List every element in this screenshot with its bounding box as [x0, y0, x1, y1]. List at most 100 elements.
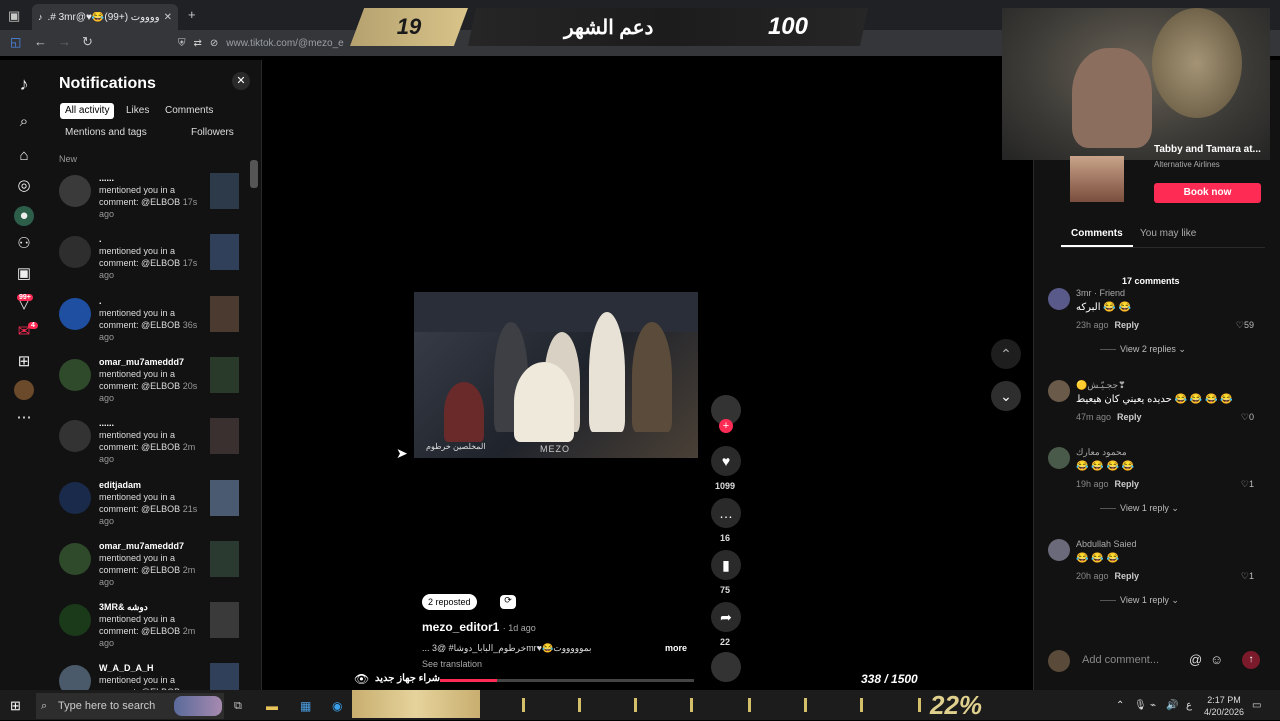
comment-avatar[interactable] — [1048, 380, 1070, 402]
emoji-icon[interactable]: ☺ — [1210, 652, 1223, 667]
notification-avatar[interactable] — [59, 665, 91, 690]
notification-thumbnail[interactable] — [210, 295, 239, 332]
filter-all-activity[interactable]: All activity — [60, 103, 115, 119]
live-icon[interactable]: ● — [14, 206, 34, 226]
comment-avatar[interactable] — [1048, 288, 1070, 310]
see-translation-link[interactable]: See translation — [422, 659, 482, 669]
notification-user[interactable]: . — [99, 296, 102, 306]
notification-thumbnail[interactable] — [210, 418, 239, 455]
reposted-chip[interactable]: 2 reposted — [422, 594, 477, 610]
notification-user[interactable]: ...... — [99, 418, 114, 428]
more-icon[interactable]: ⋯ — [14, 408, 34, 428]
site-info-icon[interactable]: ⛨ — [178, 38, 186, 49]
notification-thumbnail[interactable] — [210, 479, 239, 516]
notification-avatar[interactable] — [59, 542, 91, 575]
notification-user[interactable]: omar_mu7ameddd7 — [99, 541, 184, 551]
permissions-icon[interactable]: ⊘ — [210, 38, 218, 49]
video-player[interactable]: المخلصين خرطوم MEZO — [414, 292, 698, 458]
microphone-icon[interactable]: 🎙 — [1134, 700, 1147, 711]
volume-icon[interactable]: 🔊 — [1166, 700, 1178, 711]
notification-user[interactable]: ...... — [99, 173, 114, 183]
notification-item[interactable]: . mentioned you in a comment: @ELBOB 36s … — [59, 295, 239, 356]
follow-plus-icon[interactable]: + — [719, 419, 733, 433]
notification-thumbnail[interactable] — [210, 356, 239, 393]
reload-icon[interactable]: ↻ — [82, 34, 93, 50]
notification-user[interactable]: W_A_D_A_H — [99, 663, 154, 673]
taskbar-clock[interactable]: 2:17 PM 4/20/2026 — [1202, 694, 1246, 718]
comment-author[interactable]: 🟡ججـيّـش❣ — [1076, 380, 1126, 391]
comment-like-count[interactable]: ♡1 — [1241, 479, 1254, 490]
file-explorer-icon[interactable]: ▬ — [266, 699, 278, 713]
more-link[interactable]: more — [665, 643, 687, 653]
tv-icon[interactable]: ▣ — [14, 264, 34, 284]
notification-thumbnail[interactable] — [210, 173, 239, 209]
bookmark-icon[interactable]: ▮ — [711, 550, 741, 580]
profile-icon[interactable] — [14, 380, 34, 400]
music-disc-icon[interactable] — [711, 652, 741, 682]
comment-like-count[interactable]: ♡59 — [1236, 320, 1254, 331]
repost-icon[interactable]: ⟳ — [500, 595, 516, 609]
reply-button[interactable]: Reply — [1115, 571, 1140, 581]
notification-avatar[interactable] — [59, 358, 91, 391]
new-tab-icon[interactable]: + — [188, 7, 196, 22]
notification-thumbnail[interactable] — [210, 540, 239, 577]
windows-start-icon[interactable]: ⊞ — [10, 698, 21, 714]
notification-thumbnail[interactable] — [210, 663, 239, 690]
post-comment-icon[interactable]: ↑ — [1242, 651, 1260, 669]
notification-user[interactable]: 3MR& دوشه — [99, 602, 148, 613]
book-now-button[interactable]: Book now — [1154, 183, 1261, 203]
notification-user[interactable]: . — [99, 234, 102, 244]
browser-tab[interactable]: ♪ .# 3mr@♥😂بموووووت (+99) ✕ — [32, 4, 178, 30]
notification-avatar[interactable] — [59, 236, 91, 269]
comment-icon[interactable]: … — [711, 498, 741, 528]
view-replies-button[interactable]: View 2 replies ⌄ — [1100, 344, 1186, 355]
back-icon[interactable]: ← — [34, 34, 47, 49]
filter-mentions[interactable]: Mentions and tags — [60, 125, 152, 141]
reply-button[interactable]: Reply — [1115, 320, 1140, 330]
notification-item[interactable]: omar_mu7ameddd7 mentioned you in a commen… — [59, 540, 239, 601]
tray-chevron-icon[interactable]: ⌃ — [1116, 700, 1124, 711]
search-icon[interactable]: ⌕ — [14, 112, 34, 132]
filter-followers[interactable]: Followers — [186, 125, 239, 141]
notification-item[interactable]: ...... mentioned you in a comment: @ELBOB… — [59, 418, 239, 478]
close-icon[interactable]: ✕ — [232, 72, 250, 90]
notification-item[interactable]: editjadam mentioned you in a comment: @EL… — [59, 479, 239, 540]
keyboard-language[interactable]: ع — [1186, 700, 1192, 711]
comment-avatar[interactable] — [1048, 539, 1070, 561]
notification-user[interactable]: editjadam — [99, 480, 141, 490]
share-icon[interactable]: ➦ — [711, 602, 741, 632]
mention-icon[interactable]: @ — [1189, 652, 1202, 667]
add-comment-input[interactable]: Add comment... — [1082, 654, 1159, 666]
task-view-icon[interactable]: ⧉ — [234, 700, 242, 713]
view-replies-button[interactable]: View 1 reply ⌄ — [1100, 503, 1179, 514]
notification-item[interactable]: 3MR& دوشه mentioned you in a comment: @EL… — [59, 602, 239, 662]
edge-icon[interactable]: ◉ — [332, 699, 342, 713]
notification-user[interactable]: omar_mu7ameddd7 — [99, 357, 184, 367]
forward-icon[interactable]: → — [58, 34, 71, 49]
comment-author[interactable]: 3mr · Friend — [1076, 288, 1125, 298]
workspaces-icon[interactable]: ◱ — [10, 35, 21, 49]
comment-like-count[interactable]: ♡0 — [1241, 412, 1254, 423]
tab-comments[interactable]: Comments — [1071, 228, 1123, 239]
reply-button[interactable]: Reply — [1117, 412, 1142, 422]
reply-button[interactable]: Reply — [1115, 479, 1140, 489]
notification-item[interactable]: ...... mentioned you in a comment: @ELBOB… — [59, 173, 239, 233]
video-author[interactable]: mezo_editor1 · 1d ago — [422, 620, 536, 634]
next-video-icon[interactable]: ⌄ — [991, 381, 1021, 411]
previous-video-icon[interactable]: ⌃ — [991, 339, 1021, 369]
notification-avatar[interactable] — [59, 175, 91, 207]
notification-item[interactable]: omar_mu7ameddd7 mentioned you in a commen… — [59, 356, 239, 417]
notification-avatar[interactable] — [59, 481, 91, 514]
comment-author[interactable]: محمود معارك — [1076, 447, 1127, 458]
notifications-scrollbar[interactable] — [250, 160, 258, 188]
home-icon[interactable]: ⌂ — [14, 146, 34, 166]
notification-item[interactable]: . mentioned you in a comment: @ELBOB 17s … — [59, 234, 239, 294]
comment-like-count[interactable]: ♡1 — [1241, 571, 1254, 582]
close-tab-icon[interactable]: ✕ — [164, 12, 172, 23]
tab-actions-icon[interactable]: ▣ — [8, 8, 20, 24]
friends-icon[interactable]: ⚇ — [14, 234, 34, 254]
notification-thumbnail[interactable] — [210, 602, 239, 639]
comment-avatar[interactable] — [1048, 447, 1070, 469]
tiktok-logo-icon[interactable]: ♪ — [14, 74, 34, 94]
notification-item[interactable]: W_A_D_A_H mentioned you in a comment: @EL… — [59, 663, 239, 690]
